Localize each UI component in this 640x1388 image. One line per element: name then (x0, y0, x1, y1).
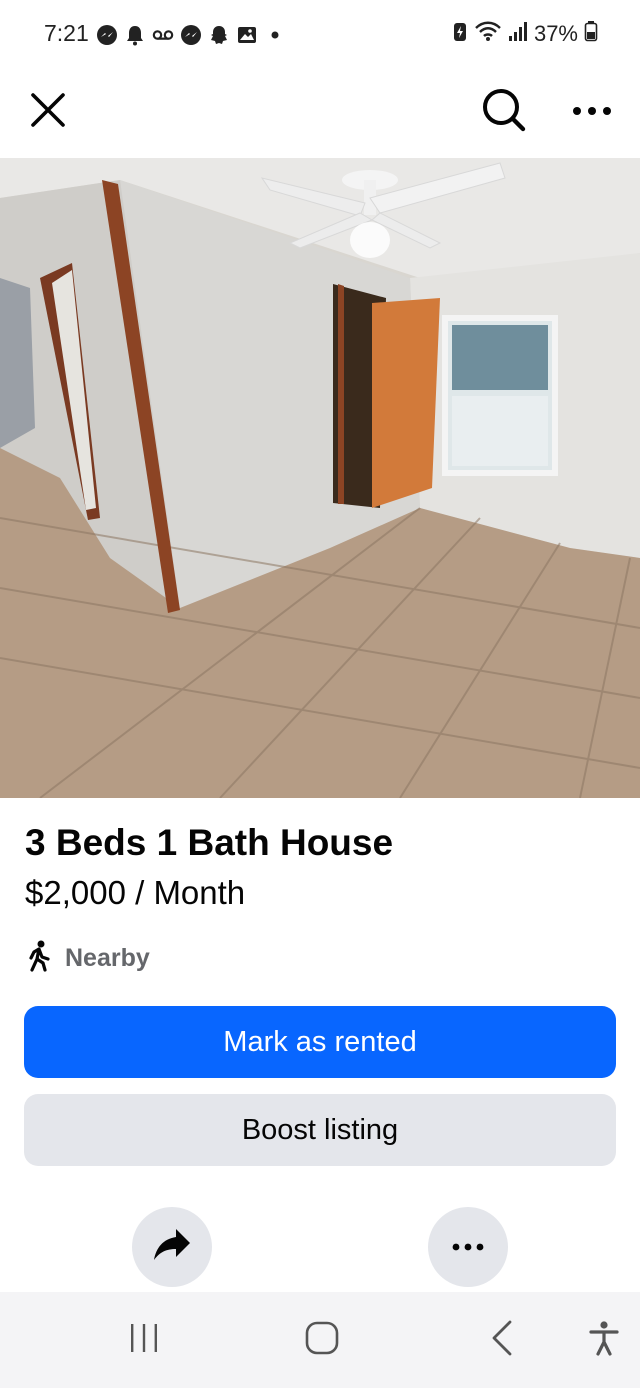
more-horizontal-icon (452, 1238, 484, 1256)
location-text: Nearby (65, 943, 150, 972)
dot-icon (264, 24, 286, 46)
accessibility-button[interactable] (574, 1312, 634, 1368)
share-arrow-icon (152, 1227, 192, 1268)
image-icon (236, 24, 258, 46)
mark-as-rented-button[interactable]: Mark as rented (24, 1006, 616, 1078)
more-actions-button[interactable] (428, 1207, 508, 1287)
status-time: 7:21 (44, 20, 89, 46)
notification-bell-icon (124, 24, 146, 46)
search-button[interactable] (472, 80, 536, 144)
boost-listing-button[interactable]: Boost listing (24, 1094, 616, 1166)
home-icon (305, 1321, 339, 1360)
voicemail-icon (152, 24, 174, 46)
battery-icon (584, 20, 598, 47)
back-button[interactable] (472, 1312, 532, 1368)
wifi-icon (474, 20, 502, 47)
mark-as-rented-label: Mark as rented (223, 1025, 417, 1058)
top-nav (0, 70, 640, 158)
share-button[interactable] (132, 1207, 212, 1287)
listing-title: 3 Beds 1 Bath House (25, 822, 394, 863)
boost-listing-label: Boost listing (241, 1113, 399, 1146)
listing-photo[interactable] (0, 158, 640, 798)
home-button[interactable] (292, 1312, 352, 1368)
messenger-icon (96, 24, 118, 46)
system-nav-bar (0, 1292, 640, 1388)
signal-icon (508, 20, 528, 47)
listing-photo-image (0, 158, 640, 798)
battery-saver-icon (452, 20, 468, 47)
status-notification-icons (96, 22, 286, 48)
status-bar: 7:21 37% (0, 0, 640, 70)
walking-person-icon (25, 940, 53, 977)
search-icon (482, 88, 526, 137)
close-icon (30, 92, 66, 133)
location-row: Nearby (25, 940, 150, 976)
back-icon (490, 1320, 514, 1361)
recent-apps-icon (128, 1322, 160, 1359)
messenger-icon (180, 24, 202, 46)
snapchat-icon (208, 24, 230, 46)
more-options-button[interactable] (560, 80, 624, 144)
close-button[interactable] (16, 80, 80, 144)
battery-percent: 37% (533, 20, 578, 46)
accessibility-icon (588, 1320, 620, 1361)
more-horizontal-icon (572, 103, 612, 121)
recent-apps-button[interactable] (114, 1312, 174, 1368)
status-system-icons: 37% (452, 20, 598, 47)
listing-price: $2,000 / Month (25, 874, 246, 911)
